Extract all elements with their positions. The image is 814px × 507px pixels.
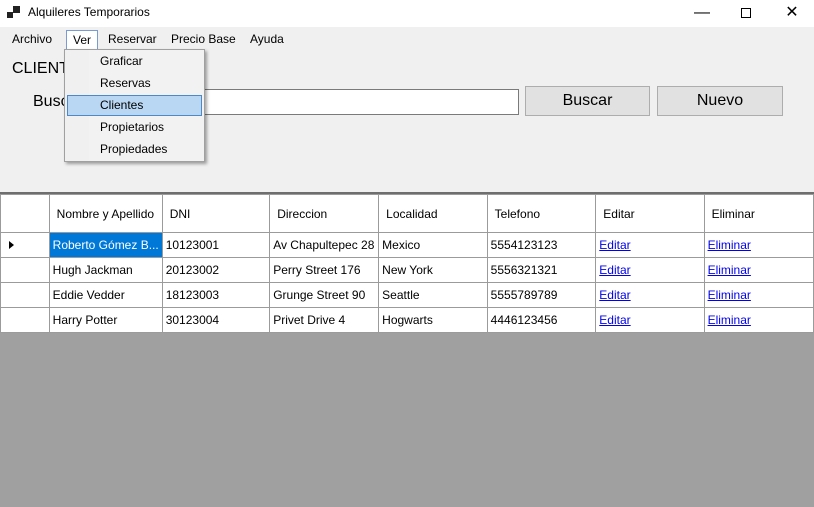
cell-nombre[interactable]: Eddie Vedder (48, 282, 163, 308)
menu-bar: Archivo Ver Reservar Precio Base Ayuda (0, 27, 814, 51)
edit-link[interactable]: Editar (599, 313, 630, 327)
cell-dni[interactable]: 20123002 (161, 257, 271, 283)
cell-direccion[interactable]: Av Chapultepec 28 (269, 232, 380, 258)
close-button[interactable]: ✕ (770, 0, 814, 27)
menu-item-propietarios[interactable]: Propietarios (67, 117, 202, 138)
row-header[interactable] (0, 307, 50, 333)
cell-dni[interactable]: 30123004 (161, 307, 271, 333)
menu-ver[interactable]: Ver (66, 30, 99, 50)
cell-dni[interactable]: 10123001 (161, 232, 271, 258)
cell-nombre[interactable]: Harry Potter (48, 307, 163, 333)
search-input[interactable] (198, 89, 519, 115)
col-header-editar[interactable]: Editar (595, 194, 705, 233)
menu-item-reservas[interactable]: Reservas (67, 73, 202, 94)
menu-reservar[interactable]: Reservar (102, 30, 163, 50)
cell-editar: Editar (595, 282, 705, 308)
cell-direccion[interactable]: Perry Street 176 (269, 257, 380, 283)
app-icon (7, 6, 21, 20)
menu-precio-base[interactable]: Precio Base (165, 30, 242, 50)
cell-eliminar: Eliminar (703, 232, 814, 258)
table-row[interactable]: Hugh Jackman 20123002 Perry Street 176 N… (0, 257, 814, 283)
delete-link[interactable]: Eliminar (708, 288, 751, 302)
delete-link[interactable]: Eliminar (708, 263, 751, 277)
menu-archivo[interactable]: Archivo (6, 30, 58, 50)
row-header[interactable] (0, 257, 50, 283)
cell-dni[interactable]: 18123003 (161, 282, 271, 308)
table-row[interactable]: Roberto Gómez B... 10123001 Av Chapultep… (0, 232, 814, 258)
edit-link[interactable]: Editar (599, 263, 630, 277)
cell-eliminar: Eliminar (703, 307, 814, 333)
cell-direccion[interactable]: Grunge Street 90 (269, 282, 380, 308)
menu-ayuda[interactable]: Ayuda (244, 30, 290, 50)
cell-eliminar: Eliminar (703, 282, 814, 308)
maximize-icon (741, 8, 751, 18)
title-bar: Alquileres Temporarios — ✕ (0, 0, 814, 27)
cell-localidad[interactable]: Mexico (378, 232, 488, 258)
menu-item-clientes[interactable]: Clientes (67, 95, 202, 116)
cell-localidad[interactable]: Hogwarts (378, 307, 488, 333)
col-header-localidad[interactable]: Localidad (378, 194, 488, 233)
cell-nombre[interactable]: Roberto Gómez B... (48, 232, 163, 258)
col-header-eliminar[interactable]: Eliminar (703, 194, 814, 233)
row-header[interactable] (0, 232, 50, 258)
row-header[interactable] (0, 282, 50, 308)
ver-dropdown-menu: Graficar Reservas Clientes Propietarios … (64, 49, 205, 162)
edit-link[interactable]: Editar (599, 238, 630, 252)
col-header-nombre[interactable]: Nombre y Apellido (48, 194, 163, 233)
cell-editar: Editar (595, 307, 705, 333)
minimize-button[interactable]: — (680, 0, 724, 27)
cell-editar: Editar (595, 232, 705, 258)
delete-link[interactable]: Eliminar (708, 238, 751, 252)
current-row-arrow-icon (9, 241, 14, 249)
col-header-dni[interactable]: DNI (161, 194, 271, 233)
delete-link[interactable]: Eliminar (708, 313, 751, 327)
clients-grid: Nombre y Apellido DNI Direccion Localida… (0, 194, 814, 333)
col-header-direccion[interactable]: Direccion (269, 194, 380, 233)
clients-grid-area: Nombre y Apellido DNI Direccion Localida… (0, 192, 814, 507)
cell-localidad[interactable]: New York (378, 257, 488, 283)
edit-link[interactable]: Editar (599, 288, 630, 302)
cell-editar: Editar (595, 257, 705, 283)
search-button[interactable]: Buscar (525, 86, 650, 116)
table-row[interactable]: Eddie Vedder 18123003 Grunge Street 90 S… (0, 282, 814, 308)
cell-eliminar: Eliminar (703, 257, 814, 283)
new-client-button[interactable]: Nuevo (657, 86, 783, 116)
menu-item-propiedades[interactable]: Propiedades (67, 139, 202, 160)
cell-nombre[interactable]: Hugh Jackman (48, 257, 163, 283)
cell-localidad[interactable]: Seattle (378, 282, 488, 308)
table-row[interactable]: Harry Potter 30123004 Privet Drive 4 Hog… (0, 307, 814, 333)
row-header-corner (0, 194, 50, 233)
cell-telefono[interactable]: 5556321321 (486, 257, 597, 283)
cell-telefono[interactable]: 5554123123 (486, 232, 597, 258)
col-header-telefono[interactable]: Telefono (486, 194, 597, 233)
maximize-button[interactable] (724, 0, 768, 27)
menu-item-graficar[interactable]: Graficar (67, 51, 202, 72)
cell-telefono[interactable]: 4446123456 (486, 307, 597, 333)
window-title: Alquileres Temporarios (28, 5, 150, 19)
cell-telefono[interactable]: 5555789789 (486, 282, 597, 308)
cell-direccion[interactable]: Privet Drive 4 (269, 307, 380, 333)
